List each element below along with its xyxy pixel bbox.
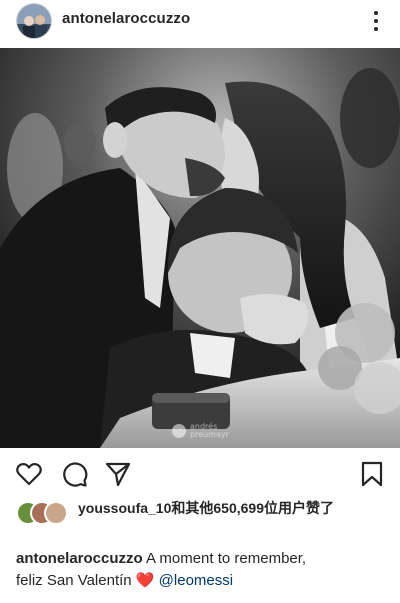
action-bar	[0, 452, 400, 496]
share-icon[interactable]	[104, 460, 132, 488]
liker-username[interactable]: youssoufa_10	[78, 500, 171, 516]
photo-watermark: andrés preumayr	[190, 422, 229, 439]
caption-username[interactable]: antonelaroccuzzo	[16, 550, 143, 567]
post-caption: antonelaroccuzzo A moment to remember, f…	[16, 548, 386, 592]
liker-avatars	[16, 501, 68, 525]
post-username[interactable]: antonelaroccuzzo	[62, 10, 190, 27]
heart-emoji: ❤️	[135, 572, 155, 589]
comment-icon[interactable]	[60, 460, 88, 488]
likes-count-text: 和其他650,699位用户赞了	[171, 500, 334, 516]
mention-link[interactable]: @leomessi	[159, 572, 233, 589]
bookmark-icon[interactable]	[358, 460, 386, 488]
post-photo[interactable]	[0, 48, 400, 448]
likes-text: youssoufa_10和其他650,699位用户赞了	[16, 498, 386, 518]
user-avatar[interactable]	[16, 3, 52, 39]
caption-text-line1: A moment to remember,	[146, 550, 307, 567]
caption-text-line2: feliz San Valentín	[16, 572, 132, 589]
post-header: antonelaroccuzzo	[0, 0, 400, 48]
heart-icon[interactable]	[15, 460, 43, 488]
likes-summary[interactable]: youssoufa_10和其他650,699位用户赞了	[16, 498, 386, 525]
liker-avatar	[44, 501, 68, 525]
more-icon[interactable]	[366, 8, 386, 34]
